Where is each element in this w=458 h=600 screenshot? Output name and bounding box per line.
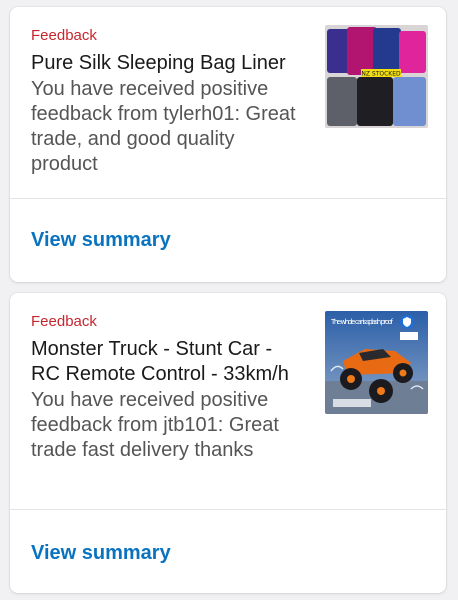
card-footer: View summary	[10, 199, 446, 281]
nz-stocked-label: NZ STOCKED	[361, 71, 401, 78]
notification-card[interactable]: Feedback Pure Silk Sleeping Bag Liner Yo…	[10, 7, 446, 282]
notification-body[interactable]: Feedback Pure Silk Sleeping Bag Liner Yo…	[10, 7, 446, 198]
notification-body[interactable]: Feedback Monster Truck - Stunt Car - RC …	[10, 293, 446, 509]
notification-category: Feedback	[31, 27, 97, 44]
card-footer: View summary	[10, 510, 446, 593]
listing-thumbnail[interactable]: The whole car is splash proof	[325, 311, 428, 414]
listing-thumbnail[interactable]: NZ STOCKED	[325, 25, 428, 128]
splash-proof-caption: The whole car is splash proof	[330, 318, 394, 326]
rc-truck-image: The whole car is splash proof	[325, 311, 428, 414]
view-summary-link[interactable]: View summary	[31, 229, 171, 252]
notification-card[interactable]: Feedback Monster Truck - Stunt Car - RC …	[10, 293, 446, 593]
silk-liners-image: NZ STOCKED	[325, 25, 428, 128]
notification-message: You have received positive feedback from…	[31, 78, 296, 175]
notification-category: Feedback	[31, 313, 97, 330]
notification-message: You have received positive feedback from…	[31, 389, 279, 461]
listing-title: Monster Truck - Stunt Car - RC Remote Co…	[31, 338, 289, 385]
notification-feed: Feedback Pure Silk Sleeping Bag Liner Yo…	[0, 0, 458, 600]
listing-title: Pure Silk Sleeping Bag Liner	[31, 52, 286, 74]
view-summary-link[interactable]: View summary	[31, 542, 171, 565]
